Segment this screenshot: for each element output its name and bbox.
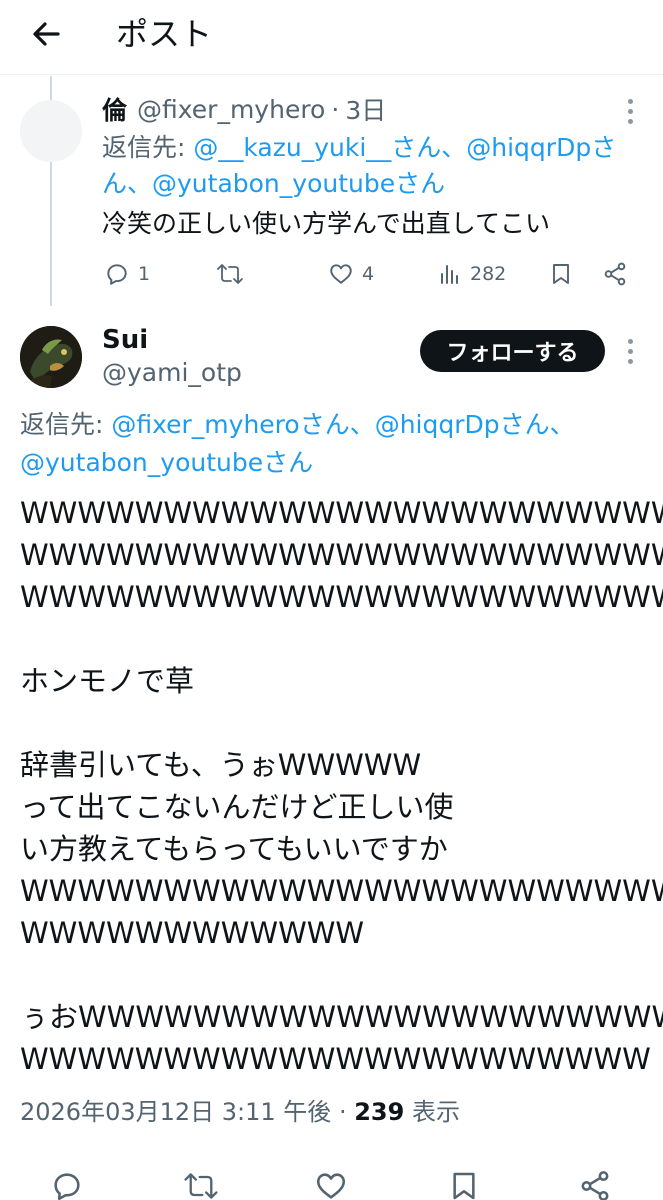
tweet-date[interactable]: 2026年03月12日 3:11 午後 [20,1098,331,1126]
main-views-count[interactable]: 239 [354,1098,404,1126]
main-avatar[interactable] [20,326,82,388]
follow-button[interactable]: フォローする [420,330,605,372]
main-more-button[interactable] [620,336,640,366]
bookmark-icon [553,264,569,284]
retweet-icon [184,1173,218,1199]
retweet-icon [217,264,243,284]
reply-icon [107,264,127,285]
main-retweet-button[interactable] [183,1166,219,1200]
tweet-line: 辞書引いても、うぉWWWWW [20,748,422,782]
like-count: 4 [362,263,375,285]
main-reply-button[interactable] [50,1166,84,1200]
like-icon [316,1173,346,1199]
reply-to-mentions[interactable]: @__kazu_yuki__さん、@hiqqrDpさ [193,133,616,162]
main-bookmark-button[interactable] [448,1166,480,1200]
header-divider [0,74,663,75]
reply-user-handle[interactable]: @fixer_myhero [137,95,325,124]
reply-tweet-header: 倫 @fixer_myhero · 3日 [102,92,386,126]
post-page: ポスト 倫 @fixer_myhero · 3日 返信先: @__kazu_yu… [0,0,663,1200]
tweet-line: WWWWWWWWWWWWWWWWWWWWWWW [20,538,663,572]
main-reply-to-mentions[interactable]: @yutabon_youtubeさん [20,448,313,477]
main-reply-to-mentions[interactable]: @fixer_myheroさん、@hiqqrDpさん、 [111,410,574,439]
meta-separator: · [331,1098,355,1126]
reply-to-line-2: ん、@yutabon_youtubeさん [102,166,445,202]
reply-like-button[interactable]: 4 [328,258,374,290]
tweet-line: って出てこないんだけど正しい使 [20,790,454,824]
views-label: 表示 [404,1098,460,1126]
reply-tweet-text: 冷笑の正しい使い方学んで出直してこい [102,209,551,238]
reply-user-name[interactable]: 倫 [102,91,127,127]
main-user-name[interactable]: Sui [102,324,148,356]
reply-reply-button[interactable]: 1 [104,258,150,290]
like-icon [330,264,352,284]
reply-more-button[interactable] [620,96,640,126]
back-arrow-icon [33,22,60,46]
reply-share-button[interactable] [602,258,628,290]
more-icon-dot [627,108,633,114]
reply-retweet-button[interactable] [216,258,244,290]
reply-views-button[interactable]: 282 [438,258,506,290]
back-button[interactable] [26,14,66,54]
main-user-handle[interactable]: @yami_otp [102,357,242,389]
tweet-meta: 2026年03月12日 3:11 午後 · 239 表示 [20,1096,460,1128]
more-icon [627,338,633,344]
tweet-line: い方教えてもらってもいいですか [20,832,448,866]
reply-count: 1 [138,263,151,285]
more-icon-dot [627,358,633,364]
reply-to-prefix: 返信先: [102,133,194,162]
reply-timestamp[interactable]: 3日 [345,91,386,127]
views-count: 282 [470,263,507,285]
tweet-line: WWWWWWWWWWWWWWWWWWWWWWW [20,496,663,530]
page-title: ポスト [116,15,213,53]
tweet-line: WWWWWWWWWWWWWWWWWWWWWW [20,1042,651,1076]
views-icon [441,265,458,284]
tweet-line: WWWWWWWWWWWWWWWWWWWWWWW [20,874,663,908]
reply-separator: · [331,94,340,124]
reply-avatar[interactable] [20,100,82,162]
tweet-line: WWWWWWWWWWWWWWWWWWWWWWW [20,580,663,614]
more-icon-dot [627,118,633,124]
main-like-button[interactable] [314,1166,348,1200]
more-icon [627,98,633,104]
tweet-line: WWWWWWWWWWWW [20,916,365,950]
tweet-line: ホンモノで草 [20,664,195,698]
main-action-bar [0,1166,663,1200]
main-reply-to: 返信先: @fixer_myheroさん、@hiqqrDpさん、 @yutabo… [20,406,640,482]
share-icon [604,262,626,286]
top-bar: ポスト [0,0,663,72]
main-tweet-text: WWWWWWWWWWWWWWWWWWWWWWW WWWWWWWWWWWWWWWW… [20,492,663,1080]
bookmark-icon [453,1172,475,1200]
reply-to-mentions[interactable]: ん、@yutabon_youtubeさん [102,169,445,198]
reply-bookmark-button[interactable] [549,258,573,290]
share-icon [581,1171,609,1200]
reply-action-bar: 1 4 282 [0,258,663,290]
avatar-image [20,326,82,388]
main-reply-to-prefix: 返信先: [20,410,112,439]
reply-icon [54,1173,80,1200]
main-share-button[interactable] [578,1166,612,1200]
more-icon-dot [627,348,633,354]
reply-to-line-1: 返信先: @__kazu_yuki__さん、@hiqqrDpさ [102,130,642,166]
tweet-line: ぅおWWWWWWWWWWWWWWWWWWWWW [20,1000,663,1034]
